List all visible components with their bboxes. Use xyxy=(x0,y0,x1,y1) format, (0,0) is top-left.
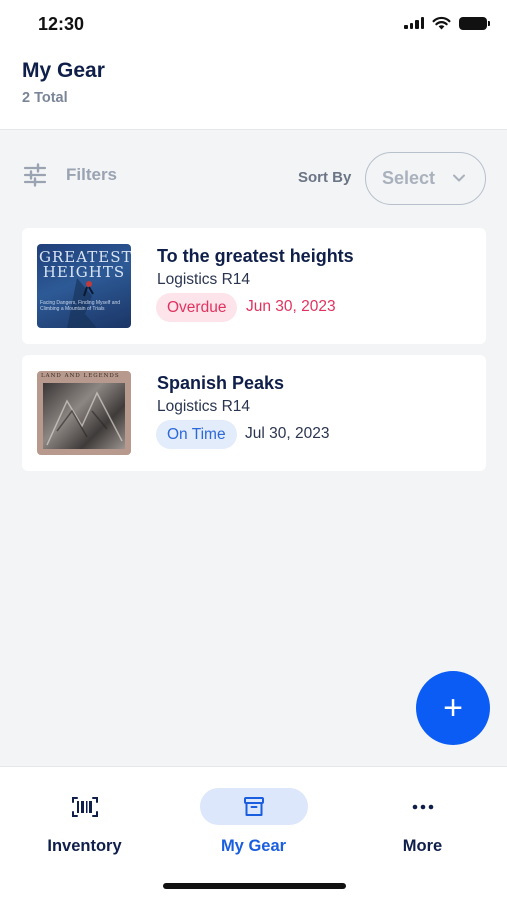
add-gear-button[interactable]: + xyxy=(416,671,490,745)
nav-label: More xyxy=(402,837,443,855)
chevron-down-icon xyxy=(453,174,465,182)
wifi-icon xyxy=(432,16,451,30)
sliders-icon xyxy=(23,163,47,187)
nav-item-my-gear[interactable]: My Gear xyxy=(169,767,338,867)
gear-location: Logistics R14 xyxy=(157,271,251,288)
book-cover-image: GREATEST HEIGHTS Facing Dangers, Finding… xyxy=(37,244,131,328)
cellular-signal-icon xyxy=(404,17,424,29)
battery-icon xyxy=(459,16,490,30)
gear-location: Logistics R14 xyxy=(157,398,251,415)
gear-title: To the greatest heights xyxy=(157,246,354,266)
cover-title: LAND AND LEGENDS xyxy=(41,373,120,379)
filters-button[interactable]: Filters xyxy=(22,162,117,188)
nav-label: Inventory xyxy=(47,837,122,855)
nav-item-more[interactable]: More xyxy=(338,767,507,867)
ellipsis-icon xyxy=(412,804,433,809)
filters-label: Filters xyxy=(66,165,118,184)
home-indicator xyxy=(163,883,346,889)
sort-select-value: Select xyxy=(382,168,436,188)
sort-select[interactable]: Select xyxy=(365,152,486,205)
top-bar: 12:30 My Gear 2 Total xyxy=(0,0,507,130)
item-count: 2 Total xyxy=(22,90,68,106)
status-badge: Overdue xyxy=(156,293,238,322)
sort-by-label: Sort By xyxy=(298,169,352,186)
book-cover-image: LAND AND LEGENDS xyxy=(37,371,131,455)
nav-item-inventory[interactable]: Inventory xyxy=(0,767,169,867)
due-date: Jun 30, 2023 xyxy=(246,298,336,315)
page-title: My Gear xyxy=(22,59,105,82)
archive-box-icon xyxy=(243,796,264,816)
status-time: 12:30 xyxy=(38,14,85,34)
cover-title: GREATEST HEIGHTS xyxy=(39,248,131,281)
gear-card[interactable]: GREATEST HEIGHTS Facing Dangers, Finding… xyxy=(22,228,486,344)
status-icons xyxy=(404,16,490,30)
bottom-nav: Inventory My Gear More xyxy=(0,766,507,900)
nav-label: My Gear xyxy=(220,837,287,855)
barcode-icon xyxy=(71,796,98,817)
gear-title: Spanish Peaks xyxy=(157,373,285,393)
status-badge: On Time xyxy=(156,420,237,449)
gear-card[interactable]: LAND AND LEGENDS Spanish Peaks Logistics… xyxy=(22,355,486,471)
due-date: Jul 30, 2023 xyxy=(245,425,330,442)
cover-subtitle: Facing Dangers, Finding Myself and Climb… xyxy=(40,300,121,312)
plus-icon: + xyxy=(443,688,463,727)
